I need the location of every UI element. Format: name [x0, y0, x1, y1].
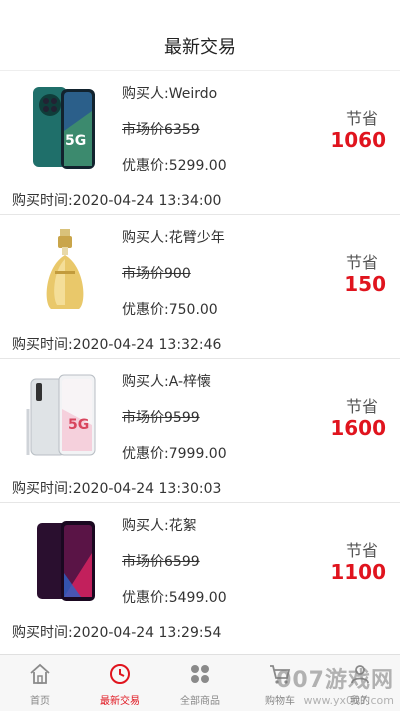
- market-price: 市场价6599: [122, 554, 200, 570]
- bottom-tab-bar: 首页 最新交易 全部商品 购物车 我的: [0, 654, 400, 711]
- tab-label: 首页: [30, 696, 50, 707]
- purchase-time: 购买时间:2020-04-24 13:32:46: [12, 337, 222, 353]
- user-icon: [351, 665, 369, 684]
- product-image-phone-white: 5G: [25, 369, 105, 461]
- tab-label: 我的: [350, 696, 370, 707]
- page-title: 最新交易: [164, 37, 236, 58]
- buyer-name: 购买人:Weirdo: [122, 86, 218, 102]
- save-amount: 1060: [330, 128, 386, 152]
- purchase-time: 购买时间:2020-04-24 13:30:03: [12, 481, 222, 497]
- tab-label: 购物车: [265, 696, 295, 707]
- transaction-card[interactable]: 5G 购买人:A-梓懐 市场价9599 优惠价:7999.00 节省 1600 …: [0, 359, 400, 503]
- save-amount: 150: [344, 272, 386, 296]
- save-label: 节省: [345, 253, 378, 272]
- save-label: 节省: [345, 109, 378, 128]
- product-image-phone-purple: [25, 513, 105, 605]
- phone-white-icon: 5G: [26, 374, 96, 456]
- transaction-card[interactable]: 5G 购买人:Weirdo 市场价6359 优惠价:5299.00 节省 106…: [0, 71, 400, 215]
- save-label: 节省: [345, 397, 378, 416]
- purchase-time: 购买时间:2020-04-24 13:34:00: [12, 193, 222, 209]
- phone-purple-icon: [37, 521, 95, 601]
- buyer-name: 购买人:花絮: [122, 518, 197, 534]
- tab-all-products[interactable]: 全部商品: [160, 655, 240, 711]
- home-icon: [30, 663, 50, 684]
- cart-icon: [270, 665, 291, 684]
- discount-price: 优惠价:5499.00: [122, 590, 227, 606]
- transaction-list: 5G 购买人:Weirdo 市场价6359 优惠价:5299.00 节省 106…: [0, 71, 400, 655]
- transaction-card[interactable]: 购买人:花絮 市场价6599 优惠价:5499.00 节省 1100 购买时间:…: [0, 503, 400, 646]
- buyer-name: 购买人:A-梓懐: [122, 374, 212, 390]
- transaction-card[interactable]: 购买人:花臂少年 市场价900 优惠价:750.00 节省 150 购买时间:2…: [0, 215, 400, 359]
- product-image-phone-green: 5G: [25, 81, 105, 173]
- tab-home[interactable]: 首页: [0, 655, 80, 711]
- tab-label: 全部商品: [180, 696, 220, 707]
- market-price: 市场价6359: [122, 122, 200, 138]
- save-amount: 1600: [330, 416, 386, 440]
- tab-label: 最新交易: [100, 696, 140, 707]
- save-amount: 1100: [330, 560, 386, 584]
- grid-icon: [191, 665, 209, 683]
- tab-cart[interactable]: 购物车: [240, 655, 320, 711]
- tab-latest-trades[interactable]: 最新交易: [80, 655, 160, 711]
- discount-price: 优惠价:7999.00: [122, 446, 227, 462]
- phone-green-icon: 5G: [33, 87, 95, 169]
- market-price: 市场价900: [122, 266, 191, 282]
- market-price: 市场价9599: [122, 410, 200, 426]
- purchase-time: 购买时间:2020-04-24 13:29:54: [12, 625, 222, 641]
- perfume-icon: [46, 229, 84, 309]
- top-bar: 最新交易: [0, 0, 400, 71]
- clock-icon: [110, 664, 130, 684]
- buyer-name: 购买人:花臂少年: [122, 230, 225, 246]
- discount-price: 优惠价:5299.00: [122, 158, 227, 174]
- svg-text:5G: 5G: [68, 417, 89, 433]
- product-image-perfume: [25, 225, 105, 317]
- save-label: 节省: [345, 541, 378, 560]
- tab-mine[interactable]: 我的: [320, 655, 400, 711]
- svg-text:5G: 5G: [65, 133, 86, 149]
- discount-price: 优惠价:750.00: [122, 302, 218, 318]
